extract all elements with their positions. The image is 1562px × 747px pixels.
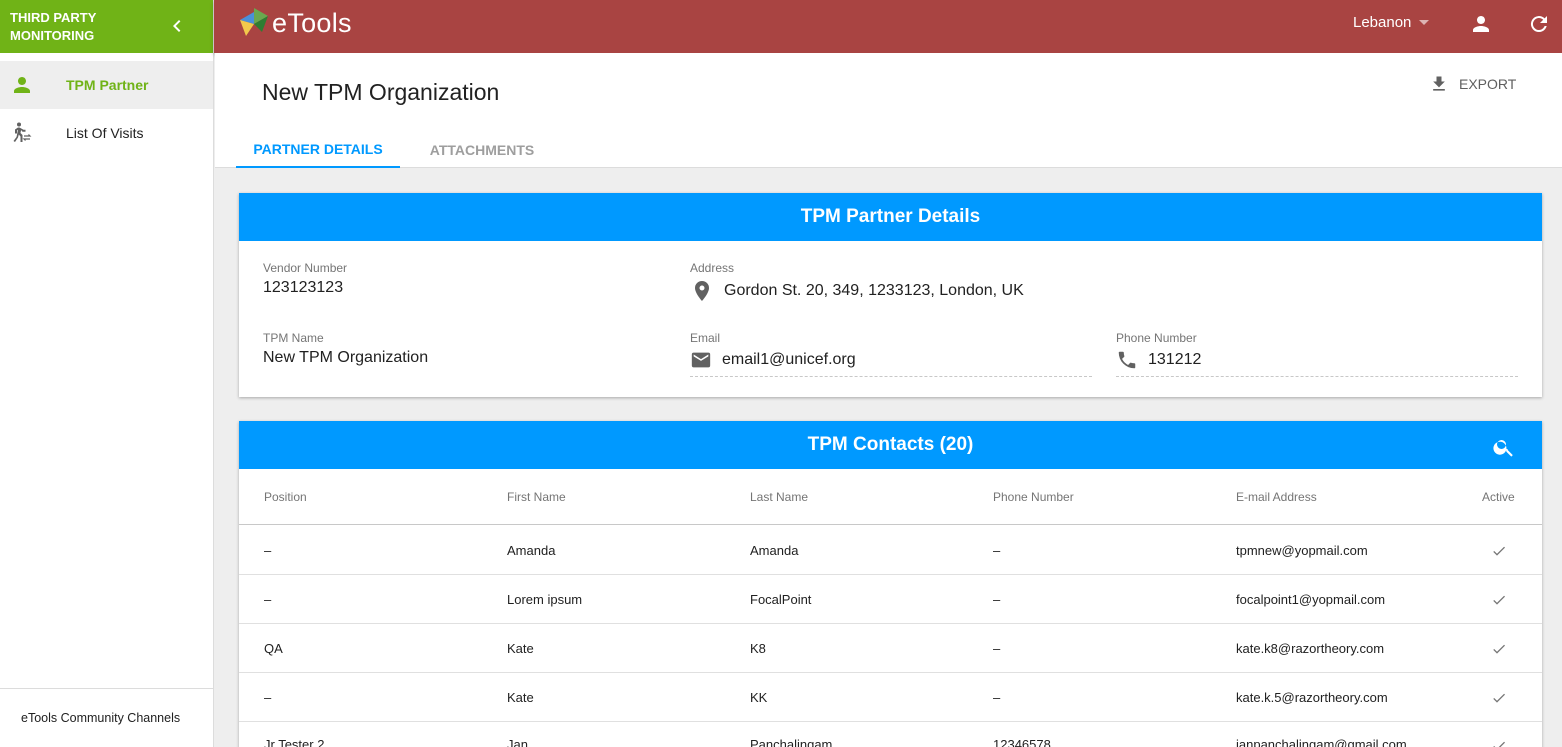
cell-last-name: K8	[750, 641, 766, 656]
sidebar-item-label: TPM Partner	[66, 77, 149, 93]
tpm-name-field: TPM Name New TPM Organization	[263, 331, 428, 367]
email-value: email1@unicef.org	[722, 351, 856, 368]
cell-last-name: FocalPoint	[750, 592, 812, 607]
check-icon	[1493, 741, 1505, 747]
card-title: TPM Partner Details	[239, 193, 1542, 241]
field-label: Phone Number	[1116, 331, 1197, 345]
top-bar: eTools Lebanon	[214, 0, 1562, 53]
country-label: Lebanon	[1353, 14, 1412, 31]
cell-first-name: Lorem ipsum	[507, 592, 583, 607]
field-value: 123123123	[263, 279, 344, 296]
cell-email: kate.k8@razortheory.com	[1236, 641, 1385, 656]
page-header: New TPM Organization EXPORT PARTNER DETA…	[215, 53, 1562, 168]
column-header-first-name[interactable]: First Name	[507, 490, 566, 504]
cell-position: QA	[264, 641, 283, 656]
cell-last-name: Panchalingam	[750, 737, 833, 747]
sidebar-item-list-of-visits[interactable]: List Of Visits	[0, 109, 213, 157]
export-button[interactable]: EXPORT	[1429, 74, 1516, 94]
field-value: New TPM Organization	[263, 349, 429, 366]
cell-last-name: KK	[750, 690, 768, 705]
check-icon	[1493, 644, 1505, 654]
cell-first-name: Jan	[507, 737, 528, 747]
cell-phone: –	[993, 690, 1001, 705]
sidebar: THIRD PARTY MONITORING TPM Partner List …	[0, 0, 214, 747]
field-label: Vendor Number	[263, 261, 348, 275]
column-header-last-name[interactable]: Last Name	[750, 490, 808, 504]
sidebar-item-tpm-partner[interactable]: TPM Partner	[0, 61, 213, 109]
cell-email: janpanchalingam@gmail.com	[1236, 737, 1407, 747]
address-value-row: Gordon St. 20, 349, 1233123, London, UK	[690, 279, 1090, 303]
cell-first-name: Kate	[507, 690, 534, 705]
app-module-title: THIRD PARTY MONITORING	[10, 9, 97, 43]
cell-email: tpmnew@yopmail.com	[1236, 543, 1368, 558]
person-icon	[14, 77, 30, 93]
table-row[interactable]: – Kate KK – kate.k.5@razortheory.com	[239, 673, 1542, 722]
card-title: TPM Contacts (20)	[807, 434, 974, 455]
cell-phone: –	[993, 592, 1001, 607]
card-header: TPM Contacts (20)	[239, 421, 1542, 469]
country-selector[interactable]: Lebanon	[1353, 14, 1430, 31]
table-header: Position First Name Last Name Phone Numb…	[239, 469, 1542, 525]
chevron-left-icon[interactable]	[165, 14, 189, 38]
visits-icon	[13, 122, 32, 142]
cell-position: Jr Tester 2	[264, 737, 325, 747]
phone-value: 131212	[1148, 351, 1202, 368]
check-icon	[1493, 595, 1505, 605]
app-name: eTools	[272, 7, 352, 38]
check-icon	[1493, 546, 1505, 556]
address-field: Address Gordon St. 20, 349, 1233123, Lon…	[690, 261, 1090, 303]
export-label: EXPORT	[1459, 76, 1517, 92]
cell-phone: –	[993, 543, 1001, 558]
email-icon	[691, 352, 711, 368]
caret-down-icon	[1419, 20, 1430, 25]
table-row[interactable]: – Amanda Amanda – tpmnew@yopmail.com	[239, 526, 1542, 575]
email-field: Email email1@unicef.org	[690, 331, 1092, 377]
location-pin-icon	[695, 281, 709, 301]
community-channels-link[interactable]: eTools Community Channels	[0, 688, 213, 747]
field-label: Email	[690, 331, 721, 345]
account-icon[interactable]	[1469, 12, 1493, 36]
download-icon	[1433, 76, 1445, 91]
partner-details-card: TPM Partner Details Vendor Number 123123…	[239, 193, 1542, 397]
page-title: New TPM Organization	[262, 79, 500, 105]
tab-attachments[interactable]: ATTACHMENTS	[400, 131, 564, 168]
sidebar-item-label: List Of Visits	[66, 125, 144, 141]
email-value-row: email1@unicef.org	[690, 349, 1092, 377]
phone-number-field: Phone Number 131212	[1116, 331, 1518, 377]
tab-partner-details[interactable]: PARTNER DETAILS	[236, 131, 400, 168]
search-icon[interactable]	[1492, 435, 1516, 459]
cell-email: kate.k.5@razortheory.com	[1236, 690, 1388, 705]
cell-email: focalpoint1@yopmail.com	[1236, 592, 1386, 607]
cell-phone: –	[993, 641, 1001, 656]
table-row[interactable]: QA Kate K8 – kate.k8@razortheory.com	[239, 624, 1542, 673]
cell-first-name: Kate	[507, 641, 534, 656]
column-header-position[interactable]: Position	[264, 490, 307, 504]
etools-logo[interactable]: eTools	[238, 6, 352, 40]
table-row[interactable]: – Lorem ipsum FocalPoint – focalpoint1@y…	[239, 575, 1542, 624]
column-header-active[interactable]: Active	[1482, 490, 1515, 504]
cell-first-name: Amanda	[507, 543, 556, 558]
table-row[interactable]: Jr Tester 2 Jan Panchalingam 12346578 ja…	[239, 722, 1542, 747]
etools-logo-icon	[240, 8, 268, 36]
cell-position: –	[264, 592, 272, 607]
phone-icon	[1118, 351, 1136, 369]
refresh-icon[interactable]	[1527, 12, 1551, 36]
tpm-contacts-card: TPM Contacts (20) Position First Name La…	[239, 421, 1542, 747]
cell-last-name: Amanda	[750, 543, 799, 558]
sidebar-header: THIRD PARTY MONITORING	[0, 0, 213, 53]
field-label: Address	[690, 261, 735, 275]
address-value: Gordon St. 20, 349, 1233123, London, UK	[724, 282, 1024, 299]
cell-position: –	[264, 690, 272, 705]
cell-position: –	[264, 543, 272, 558]
phone-value-row: 131212	[1116, 349, 1518, 377]
field-label: TPM Name	[263, 331, 324, 345]
column-header-email[interactable]: E-mail Address	[1236, 490, 1317, 504]
check-icon	[1493, 693, 1505, 703]
column-header-phone-number[interactable]: Phone Number	[993, 490, 1074, 504]
vendor-number-field: Vendor Number 123123123	[263, 261, 347, 297]
cell-phone: 12346578	[993, 737, 1051, 747]
